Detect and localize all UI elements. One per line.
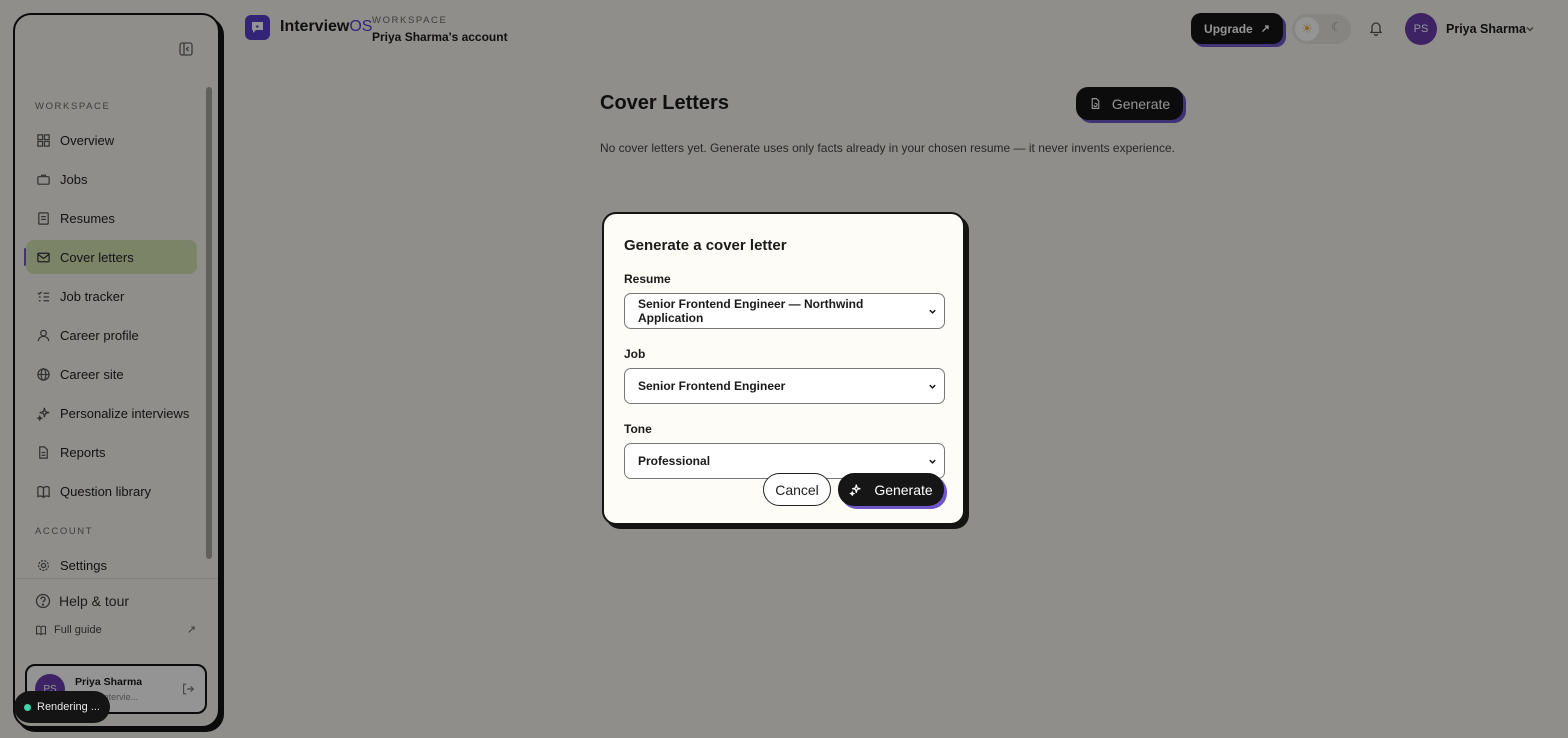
resume-label: Resume [624,272,671,286]
chevron-down-icon [929,384,936,389]
job-select[interactable]: Senior Frontend Engineer [624,368,945,404]
rendering-status-toast: Rendering ... [14,691,110,723]
job-select-value: Senior Frontend Engineer [638,379,786,393]
tone-label: Tone [624,422,652,436]
dialog-actions: Cancel Generate [763,473,944,506]
resume-select[interactable]: Senior Frontend Engineer — Northwind App… [624,293,945,329]
sparkle-icon [849,484,861,496]
cancel-button[interactable]: Cancel [763,473,831,506]
chevron-down-icon [929,309,936,314]
generate-confirm-button[interactable]: Generate [838,473,944,506]
job-label: Job [624,347,646,361]
generate-confirm-label: Generate [874,481,933,498]
status-text: Rendering ... [37,701,100,713]
tone-select-value: Professional [638,454,711,468]
chevron-down-icon [929,459,936,464]
generate-cover-letter-dialog: Generate a cover letter Resume Senior Fr… [602,212,965,525]
dialog-title: Generate a cover letter [624,237,787,254]
status-dot-icon [24,703,31,711]
resume-select-value: Senior Frontend Engineer — Northwind App… [638,297,864,325]
